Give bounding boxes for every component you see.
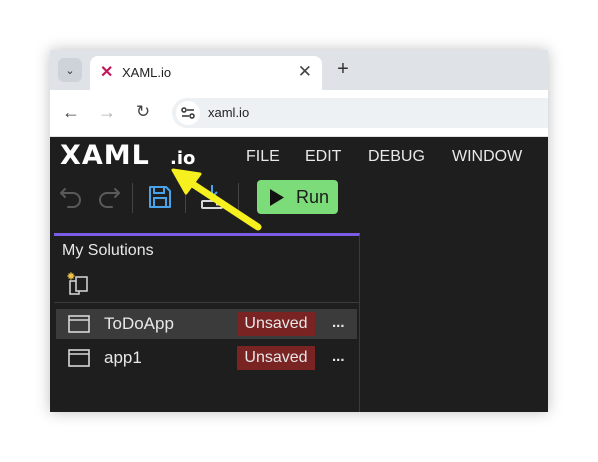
forward-arrow-icon[interactable]: → — [96, 102, 118, 122]
browser-window: ⌄ ✕ XAML.io ✕ + ← → ↻ xaml.io XAML .io F… — [50, 50, 548, 412]
xaml-io-app: XAML .io FILE EDIT DEBUG WINDOW Run My S… — [50, 137, 548, 412]
tab-xaml-io[interactable]: ✕ XAML.io ✕ — [90, 56, 322, 90]
tab-strip: ⌄ ✕ XAML.io ✕ + — [50, 50, 548, 90]
tab-title: XAML.io — [122, 65, 172, 80]
xaml-favicon-icon: ✕ — [100, 64, 114, 81]
url-text: xaml.io — [208, 105, 250, 120]
url-input[interactable]: xaml.io — [172, 98, 548, 128]
reload-icon[interactable]: ↻ — [132, 102, 154, 122]
address-bar: ← → ↻ xaml.io — [50, 90, 548, 137]
back-arrow-icon[interactable]: ← — [60, 102, 82, 122]
chevron-down-icon: ⌄ — [65, 64, 75, 77]
new-tab-button[interactable]: + — [332, 58, 354, 80]
yellow-pointer-arrow-icon — [171, 168, 262, 231]
site-settings-icon[interactable] — [176, 101, 200, 125]
tab-search-button[interactable]: ⌄ — [58, 58, 82, 82]
tab-close-icon[interactable]: ✕ — [298, 63, 312, 81]
